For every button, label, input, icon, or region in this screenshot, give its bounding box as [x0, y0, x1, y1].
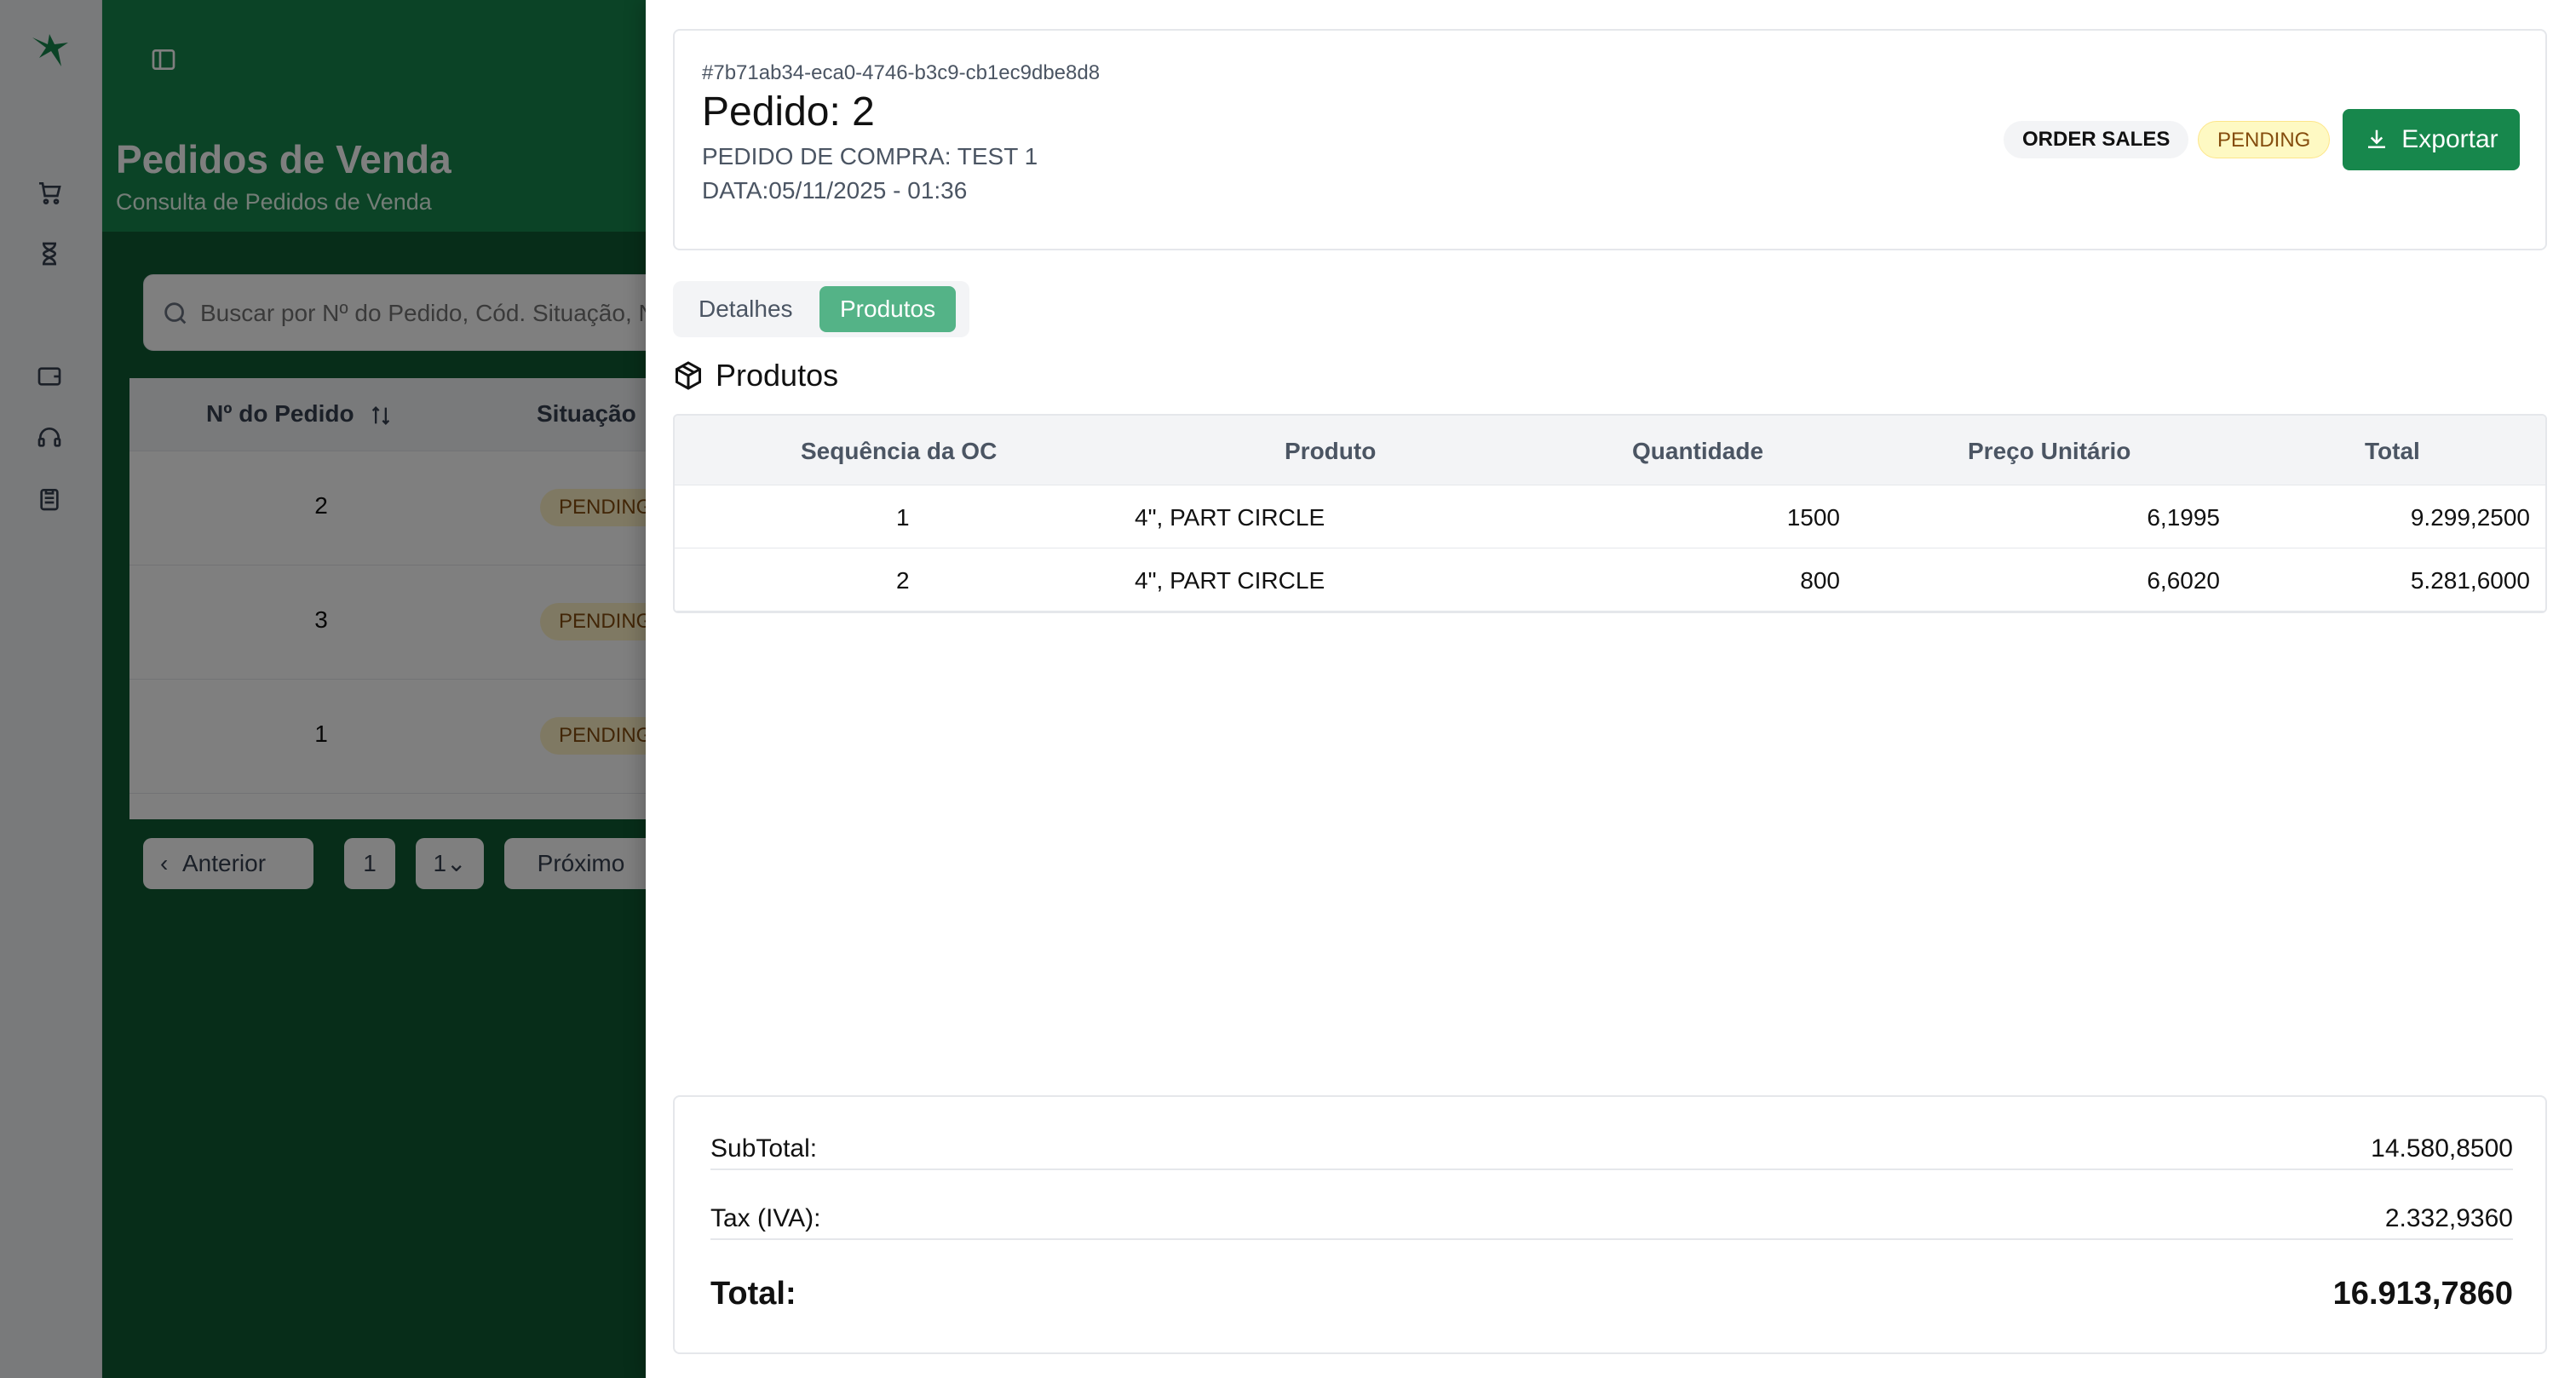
tab-detalhes[interactable]: Detalhes [678, 286, 814, 332]
purchase-order: PEDIDO DE COMPRA: TEST 1 [702, 143, 1038, 169]
tax-value: 2.332,9360 [2384, 1204, 2513, 1232]
total-label: Total: [710, 1276, 796, 1312]
export-button[interactable]: Exportar [2343, 109, 2520, 170]
products-title-label: Produtos [716, 358, 839, 393]
order-title: Pedido: 2 [702, 89, 875, 135]
order-type-chip: ORDER SALES [2004, 121, 2189, 158]
cell-total: 9.299,2500 [2410, 504, 2530, 531]
products-table: Sequência da OC Produto Quantidade Preço… [673, 414, 2547, 613]
tax-row: Tax (IVA): 2.332,9360 [710, 1197, 2513, 1240]
tabs: Detalhes Produtos [673, 281, 969, 337]
order-date: DATA:05/11/2025 - 01:36 [702, 177, 968, 204]
cell-product: 4", PART CIRCLE [1135, 504, 1325, 531]
export-label: Exportar [2401, 125, 2498, 153]
package-icon [676, 361, 701, 390]
col-total: Total [2365, 438, 2420, 464]
subtotal-value: 14.580,8500 [2371, 1134, 2513, 1163]
cell-total: 5.281,6000 [2410, 567, 2530, 594]
status-badge: PENDING [2198, 121, 2331, 158]
tab-produtos[interactable]: Produtos [819, 286, 957, 332]
subtotal-label: SubTotal: [710, 1134, 818, 1163]
cell-seq: 1 [896, 504, 910, 531]
cell-unit-price: 6,6020 [2147, 567, 2220, 594]
download-icon [2368, 129, 2386, 148]
table-row[interactable]: 1 4", PART CIRCLE 1500 6,1995 9.299,2500 [675, 485, 2545, 548]
totals-card: SubTotal: 14.580,8500 Tax (IVA): 2.332,9… [673, 1095, 2547, 1354]
order-id: #7b71ab34-eca0-4746-b3c9-cb1ec9dbe8d8 [702, 61, 1101, 84]
col-seq: Sequência da OC [801, 438, 998, 464]
table-row[interactable]: 2 4", PART CIRCLE 800 6,6020 5.281,6000 [675, 548, 2545, 611]
col-qty: Quantidade [1632, 438, 1764, 464]
cell-unit-price: 6,1995 [2147, 504, 2220, 531]
cell-qty: 800 [1800, 567, 1840, 594]
tax-label: Tax (IVA): [710, 1204, 821, 1232]
subtotal-row: SubTotal: 14.580,8500 [710, 1128, 2513, 1170]
cell-qty: 1500 [1786, 504, 1840, 531]
table-header: Sequência da OC Produto Quantidade Preço… [675, 416, 2545, 485]
cell-product: 4", PART CIRCLE [1135, 567, 1325, 594]
col-product: Produto [1285, 438, 1377, 464]
cell-seq: 2 [896, 567, 910, 594]
total-value: 16.913,7860 [2332, 1276, 2513, 1312]
col-unit-price: Preço Unitário [1968, 438, 2131, 464]
total-row: Total: 16.913,7860 [710, 1264, 2513, 1323]
products-section-title: Produtos [673, 358, 838, 393]
